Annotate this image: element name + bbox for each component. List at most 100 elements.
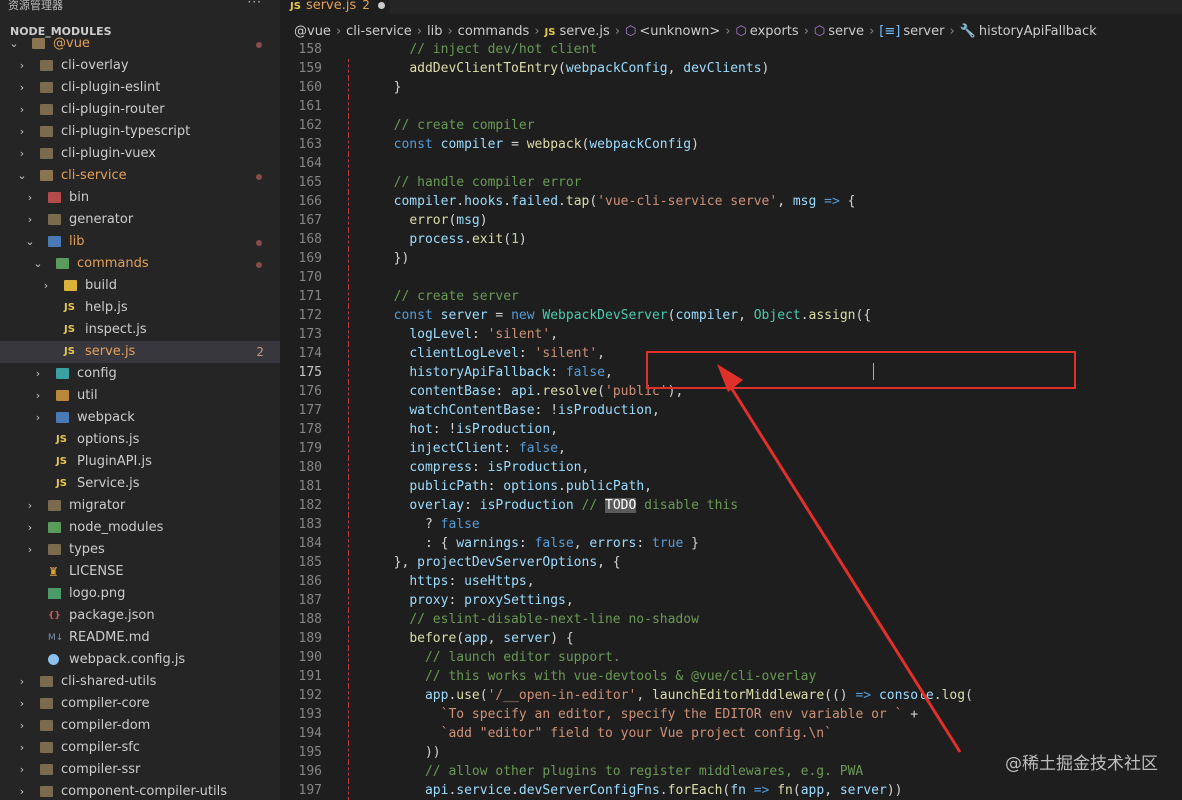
tree-item-label: help.js (85, 300, 128, 315)
tree-item-label: options.js (77, 432, 140, 447)
tree-item-inspect-js[interactable]: JS inspect.js (0, 319, 280, 341)
chevron-right-icon[interactable]: › (24, 517, 36, 539)
image-file-icon (48, 588, 61, 599)
chevron-right-icon[interactable]: › (40, 275, 52, 297)
tree-item-license[interactable]: ♜ LICENSE (0, 561, 280, 583)
chevron-right-icon[interactable]: › (16, 55, 28, 77)
tree-item-label: webpack (77, 410, 135, 425)
explorer-title-text: 资源管理器 (8, 0, 63, 12)
chevron-right-icon[interactable]: › (16, 715, 28, 737)
chevron-right-icon[interactable]: › (16, 99, 28, 121)
tree-item-cli-plugin-eslint[interactable]: › cli-plugin-eslint (0, 77, 280, 99)
tree-item-label: compiler-core (61, 696, 150, 711)
tree-item-cli-overlay[interactable]: › cli-overlay (0, 55, 280, 77)
explorer-title: 资源管理器 ··· (0, 0, 280, 14)
tree-item-options-js[interactable]: JS options.js (0, 429, 280, 451)
tree-item-cli-plugin-vuex[interactable]: › cli-plugin-vuex (0, 143, 280, 165)
folder-icon (48, 544, 61, 555)
chevron-right-icon[interactable]: › (24, 209, 36, 231)
chevron-right-icon[interactable]: › (24, 539, 36, 561)
tree-item-label: cli-service (61, 168, 127, 183)
tree-item-label: util (77, 388, 98, 403)
tree-item-logo-png[interactable]: logo.png (0, 583, 280, 605)
folder-icon (48, 522, 61, 533)
tree-item-webpack[interactable]: › webpack (0, 407, 280, 429)
tree-item-pluginapi-js[interactable]: JS PluginAPI.js (0, 451, 280, 473)
chevron-down-icon[interactable]: ⌄ (16, 165, 28, 187)
js-file-icon: JS (56, 434, 67, 445)
tree-item-label: logo.png (69, 586, 126, 601)
js-file-icon: JS (56, 456, 67, 467)
tree-item-label: commands (77, 256, 149, 271)
tree-item-compiler-ssr[interactable]: › compiler-ssr (0, 759, 280, 781)
tree-item-lib[interactable]: ⌄ lib (0, 231, 280, 253)
folder-icon (40, 720, 53, 731)
tree-item-label: node_modules (69, 520, 164, 535)
chevron-right-icon[interactable]: › (32, 407, 44, 429)
tree-item-generator[interactable]: › generator (0, 209, 280, 231)
chevron-right-icon[interactable]: › (32, 385, 44, 407)
folder-icon (48, 192, 61, 203)
tree-item-build[interactable]: › build (0, 275, 280, 297)
tree-item--vue[interactable]: ⌄ @vue (0, 33, 280, 55)
folder-icon (56, 390, 69, 401)
tree-item-help-js[interactable]: JS help.js (0, 297, 280, 319)
tree-item-label: serve.js (85, 344, 136, 359)
modified-indicator-icon (256, 240, 262, 246)
folder-icon (40, 170, 53, 181)
js-file-icon: JS (56, 478, 67, 489)
explorer-sidebar: 资源管理器 ··· NODE_MODULES ⌄ @vue › cli-overlay… (0, 0, 280, 800)
folder-icon (40, 126, 53, 137)
tree-item-cli-shared-utils[interactable]: › cli-shared-utils (0, 671, 280, 693)
tree-item-label: cli-plugin-vuex (61, 146, 157, 161)
tree-item-label: cli-plugin-typescript (61, 124, 191, 139)
license-file-icon: ♜ (48, 565, 59, 579)
chevron-down-icon[interactable]: ⌄ (8, 33, 20, 55)
tree-item-commands[interactable]: ⌄ commands (0, 253, 280, 275)
tree-item-service-js[interactable]: JS Service.js (0, 473, 280, 495)
tree-item-cli-plugin-typescript[interactable]: › cli-plugin-typescript (0, 121, 280, 143)
tree-item-config[interactable]: › config (0, 363, 280, 385)
chevron-right-icon[interactable]: › (16, 693, 28, 715)
chevron-right-icon[interactable]: › (16, 781, 28, 800)
chevron-down-icon[interactable]: ⌄ (32, 253, 44, 275)
tree-item-label: Service.js (77, 476, 140, 491)
tree-item-compiler-core[interactable]: › compiler-core (0, 693, 280, 715)
chevron-right-icon[interactable]: › (16, 671, 28, 693)
folder-icon (40, 104, 53, 115)
folder-icon (40, 148, 53, 159)
tree-item-compiler-dom[interactable]: › compiler-dom (0, 715, 280, 737)
folder-icon (40, 698, 53, 709)
chevron-right-icon[interactable]: › (16, 77, 28, 99)
js-file-icon: JS (64, 324, 75, 335)
more-actions-icon[interactable]: ··· (248, 0, 262, 8)
tree-item-compiler-sfc[interactable]: › compiler-sfc (0, 737, 280, 759)
chevron-right-icon[interactable]: › (32, 363, 44, 385)
folder-icon (48, 500, 61, 511)
tree-item-package-json[interactable]: {} package.json (0, 605, 280, 627)
tree-item-webpack-config-js[interactable]: webpack.config.js (0, 649, 280, 671)
tree-item-node-modules[interactable]: › node_modules (0, 517, 280, 539)
folder-icon (56, 368, 69, 379)
tree-item-serve-js[interactable]: JS serve.js 2 (0, 341, 280, 363)
chevron-right-icon[interactable]: › (24, 495, 36, 517)
chevron-right-icon[interactable]: › (16, 737, 28, 759)
chevron-right-icon[interactable]: › (16, 759, 28, 781)
file-tree: ⌄ @vue › cli-overlay › cli-plugin-eslint › cli-… (0, 33, 280, 800)
tree-item-label: compiler-ssr (61, 762, 141, 777)
chevron-right-icon[interactable]: › (24, 187, 36, 209)
tree-item-readme-md[interactable]: M↓ README.md (0, 627, 280, 649)
tree-item-bin[interactable]: › bin (0, 187, 280, 209)
tree-item-component-compiler-utils[interactable]: › component-compiler-utils (0, 781, 280, 800)
chevron-right-icon[interactable]: › (16, 121, 28, 143)
tree-item-label: PluginAPI.js (77, 454, 152, 469)
folder-icon (64, 280, 77, 291)
tree-item-label: generator (69, 212, 134, 227)
chevron-down-icon[interactable]: ⌄ (24, 231, 36, 253)
tree-item-cli-service[interactable]: ⌄ cli-service (0, 165, 280, 187)
tree-item-util[interactable]: › util (0, 385, 280, 407)
tree-item-cli-plugin-router[interactable]: › cli-plugin-router (0, 99, 280, 121)
tree-item-migrator[interactable]: › migrator (0, 495, 280, 517)
chevron-right-icon[interactable]: › (16, 143, 28, 165)
tree-item-types[interactable]: › types (0, 539, 280, 561)
